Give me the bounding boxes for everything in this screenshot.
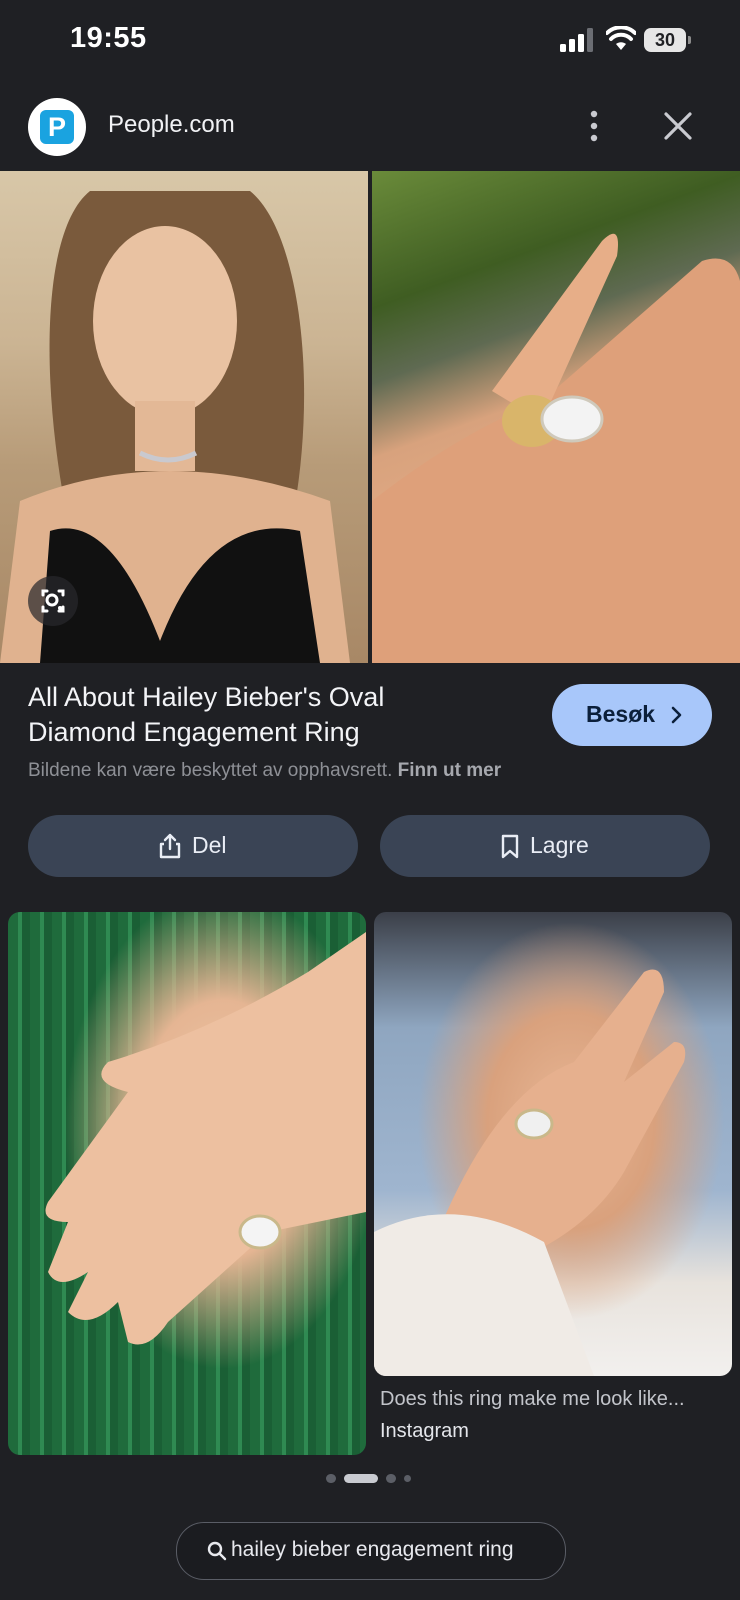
search-query-pill[interactable]: hailey bieber engagement ring	[176, 1522, 566, 1580]
related-image-instagram[interactable]	[374, 912, 732, 1376]
status-time: 19:55	[70, 22, 147, 54]
lace-hand-illustration	[374, 969, 686, 1376]
result-title[interactable]: All About Hailey Bieber's Oval Diamond E…	[28, 680, 498, 750]
battery-tip	[688, 36, 691, 44]
battery-indicator: 30	[644, 28, 692, 52]
carousel-dot[interactable]	[326, 1474, 336, 1483]
site-logo-letter: P	[40, 110, 74, 144]
wifi-icon	[606, 26, 636, 50]
related-image-green-dress[interactable]	[8, 912, 366, 1455]
related-result-caption[interactable]: Does this ring make me look like...	[380, 1388, 730, 1411]
carousel-dot[interactable]	[386, 1474, 396, 1483]
learn-more-link[interactable]: Finn ut mer	[398, 760, 501, 781]
bookmark-icon	[501, 834, 519, 859]
close-icon[interactable]	[660, 108, 696, 144]
share-icon	[159, 833, 181, 859]
search-query-text: hailey bieber engagement ring	[231, 1538, 514, 1561]
share-button[interactable]: Del	[28, 815, 358, 877]
lens-search-icon[interactable]	[28, 576, 78, 626]
green-dress-hand-illustration	[45, 932, 366, 1345]
share-button-label: Del	[192, 832, 227, 858]
battery-level: 30	[644, 28, 686, 52]
copyright-notice: Bildene kan være beskyttet av opphavsret…	[28, 760, 501, 782]
cellular-signal-icon	[560, 28, 593, 52]
save-button-label: Lagre	[530, 832, 589, 858]
search-icon	[207, 1541, 227, 1561]
ring-hand-illustration	[372, 233, 740, 663]
site-name[interactable]: People.com	[108, 111, 235, 139]
visit-button-label: Besøk	[586, 701, 656, 727]
save-button[interactable]: Lagre	[380, 815, 710, 877]
related-result-source: Instagram	[380, 1420, 469, 1442]
chevron-right-icon	[671, 706, 682, 724]
more-options-icon[interactable]	[576, 108, 612, 144]
carousel-dot-active[interactable]	[344, 1474, 378, 1483]
carousel-dot[interactable]	[404, 1475, 411, 1482]
visit-button[interactable]: Besøk	[552, 684, 712, 746]
site-logo[interactable]: P	[28, 98, 86, 156]
copyright-text: Bildene kan være beskyttet av opphavsret…	[28, 760, 393, 781]
main-image-ring-hand[interactable]	[372, 171, 740, 663]
